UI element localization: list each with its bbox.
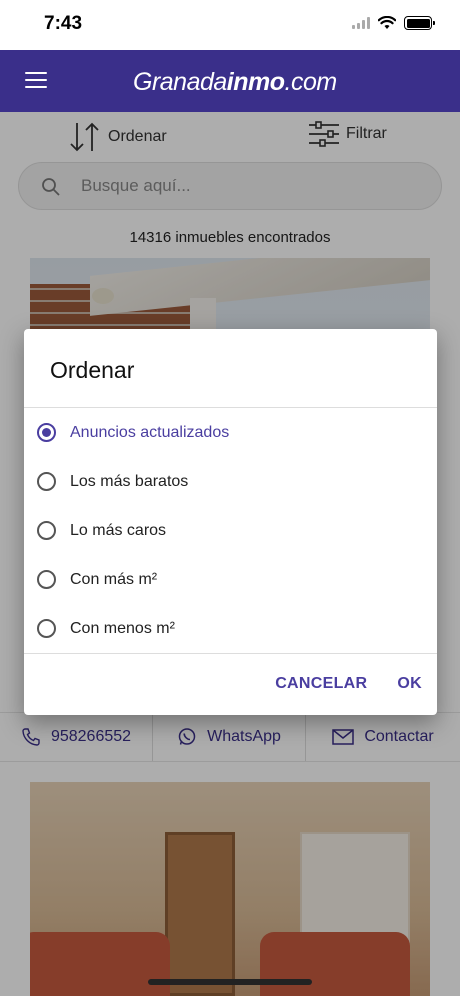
logo-part-granada: Granada: [133, 68, 227, 96]
ok-button[interactable]: OK: [382, 667, 437, 701]
radio-unchecked-icon: [37, 570, 56, 589]
status-bar: 7:43: [0, 0, 460, 50]
dialog-actions: CANCELAR OK: [260, 653, 437, 715]
radio-unchecked-icon: [37, 521, 56, 540]
option-label: Con menos m²: [70, 619, 175, 637]
cellular-signal-icon: [352, 17, 370, 29]
status-time: 7:43: [44, 13, 83, 34]
radio-unchecked-icon: [37, 472, 56, 491]
sort-option-least-area[interactable]: Con menos m²: [24, 604, 437, 653]
sort-option-most-area[interactable]: Con más m²: [24, 555, 437, 604]
app-logo: Granadainmo.com: [133, 68, 337, 97]
option-label: Con más m²: [70, 570, 158, 588]
battery-icon: [404, 16, 435, 30]
status-icons: [352, 16, 435, 30]
sort-option-updated[interactable]: Anuncios actualizados: [24, 408, 437, 457]
dialog-title: Ordenar: [50, 357, 135, 383]
menu-icon[interactable]: [25, 72, 47, 89]
option-label: Lo más caros: [70, 521, 167, 539]
sort-options: Anuncios actualizados Los más baratos Lo…: [24, 408, 437, 653]
sort-dialog: Ordenar Anuncios actualizados Los más ba…: [24, 329, 437, 715]
cancel-button[interactable]: CANCELAR: [260, 667, 382, 701]
radio-checked-icon: [37, 423, 56, 442]
logo-part-inmo: inmo: [226, 68, 285, 96]
option-label: Los más baratos: [70, 472, 189, 490]
sort-option-cheapest[interactable]: Los más baratos: [24, 457, 437, 506]
option-label: Anuncios actualizados: [70, 423, 230, 441]
radio-unchecked-icon: [37, 619, 56, 638]
app-header: Granadainmo.com: [0, 50, 460, 112]
sort-option-most-expensive[interactable]: Lo más caros: [24, 506, 437, 555]
logo-part-com: .com: [284, 68, 338, 96]
wifi-icon: [378, 16, 396, 29]
